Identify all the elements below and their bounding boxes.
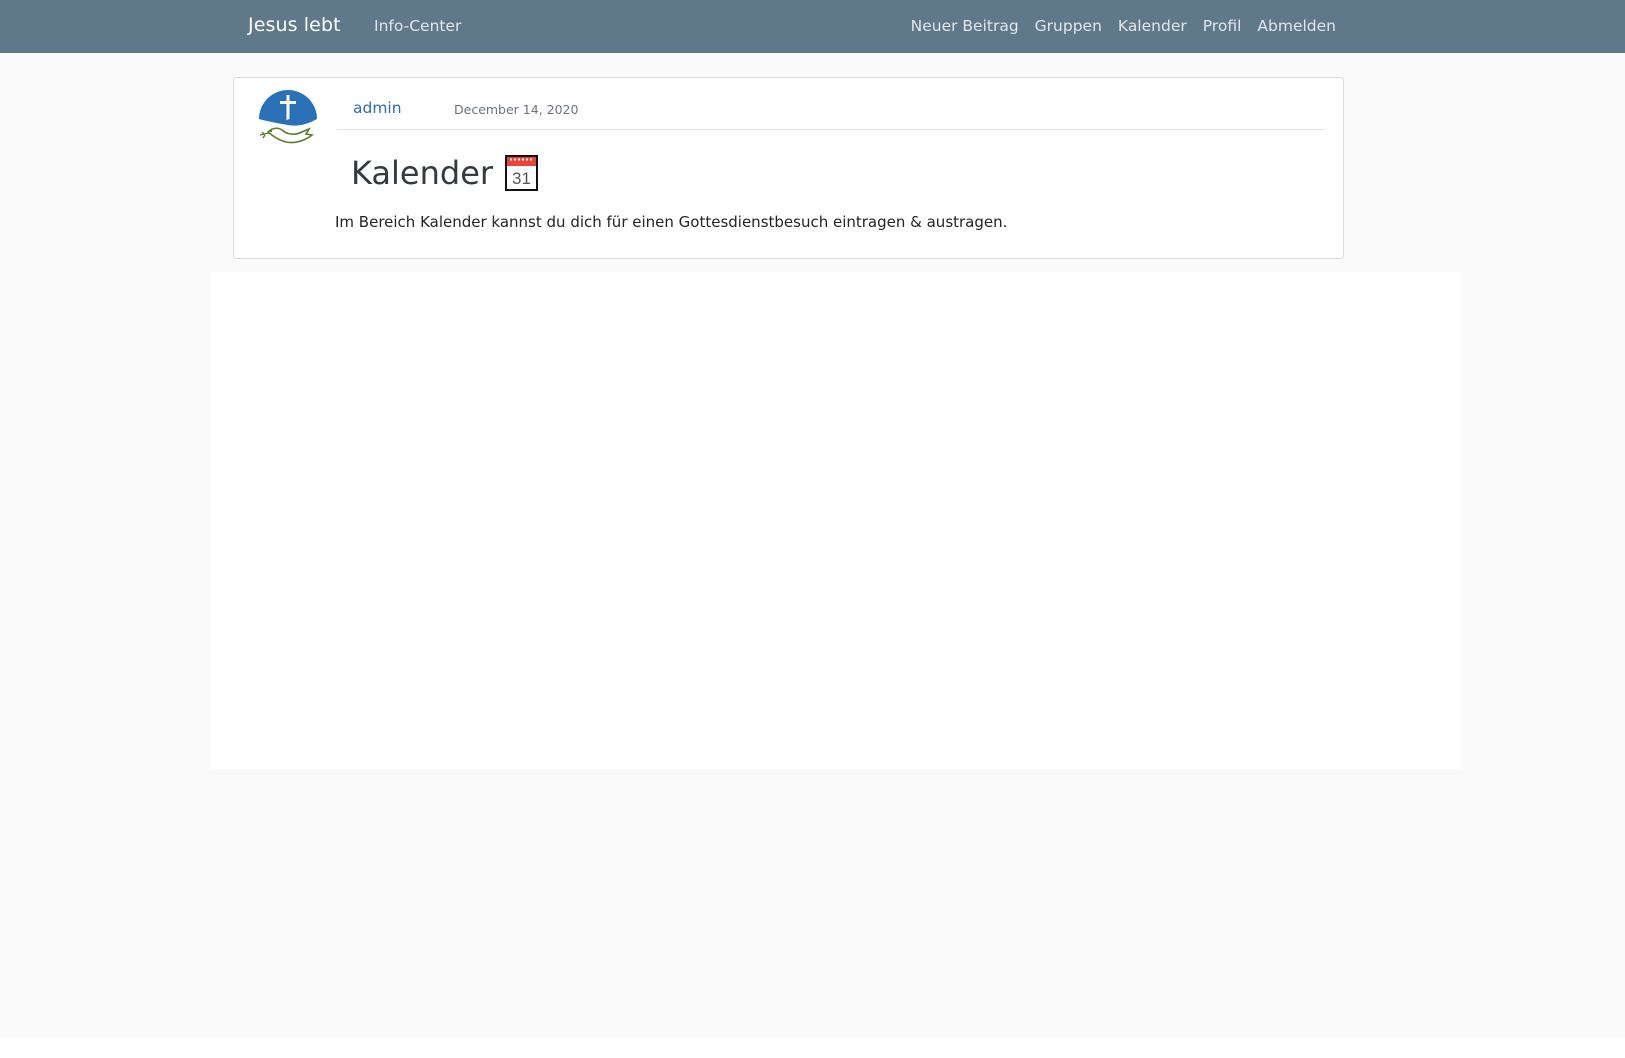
post-meta: admin December 14, 2020 xyxy=(337,90,1325,130)
post-card: admin December 14, 2020 Kalender 31 Im B… xyxy=(233,77,1344,259)
nav-groups[interactable]: Gruppen xyxy=(1035,17,1102,35)
nav-profile[interactable]: Profil xyxy=(1203,17,1242,35)
nav-info-center[interactable]: Info-Center xyxy=(374,17,461,35)
author-link[interactable]: admin xyxy=(353,99,402,117)
post-body: Im Bereich Kalender kannst du dich für e… xyxy=(335,213,1008,231)
post-title-row: Kalender 31 xyxy=(351,154,539,192)
calendar-icon: 31 xyxy=(505,155,539,191)
nav-right-menu: Neuer Beitrag Gruppen Kalender Profil Ab… xyxy=(911,17,1336,35)
avatar[interactable] xyxy=(256,89,320,153)
calendar-day-number: 31 xyxy=(512,169,531,188)
nav-calendar[interactable]: Kalender xyxy=(1118,17,1187,35)
top-navbar: Jesus lebt Info-Center Neuer Beitrag Gru… xyxy=(0,0,1625,53)
cross-dove-logo-icon xyxy=(259,90,317,144)
nav-new-post[interactable]: Neuer Beitrag xyxy=(911,17,1019,35)
content-panel xyxy=(210,272,1461,769)
post-title: Kalender xyxy=(351,154,494,192)
nav-logout[interactable]: Abmelden xyxy=(1257,17,1336,35)
post-date: December 14, 2020 xyxy=(454,102,579,117)
brand-link[interactable]: Jesus lebt xyxy=(248,14,341,36)
page: Jesus lebt Info-Center Neuer Beitrag Gru… xyxy=(0,0,1625,1038)
